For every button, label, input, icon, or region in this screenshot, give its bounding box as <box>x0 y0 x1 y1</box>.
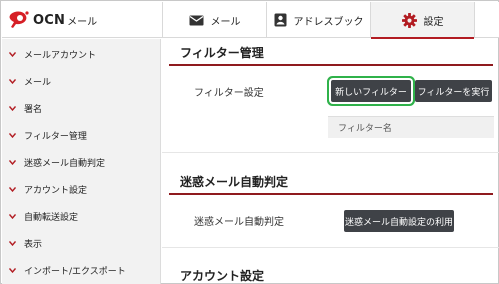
spam-settings-label: 迷惑メール自動判定 <box>194 217 284 228</box>
mail-icon <box>189 15 203 25</box>
tab-settings-label: 設定 <box>423 16 444 28</box>
sidebar-item-mail-account[interactable]: メールアカウント <box>2 41 161 68</box>
sidebar-item-label: 迷惑メール自動判定 <box>24 159 106 169</box>
filter-table-header: フィルター名 <box>328 116 494 138</box>
top-bar-spacer <box>474 2 499 38</box>
tab-mail-label: メール <box>210 16 241 28</box>
filter-settings-label: フィルター設定 <box>194 88 264 99</box>
sidebar-item-label: メールアカウント <box>24 51 97 61</box>
chevron-down-icon <box>8 79 16 84</box>
chevron-down-icon <box>8 133 16 138</box>
sidebar-item-label: 表示 <box>24 240 43 250</box>
account-section-title: アカウント設定 <box>180 269 265 283</box>
addressbook-icon <box>274 13 286 27</box>
tab-mail[interactable]: メール <box>162 2 266 38</box>
chevron-down-icon <box>8 52 16 57</box>
chevron-down-icon <box>8 241 16 246</box>
ocn-logo-icon <box>9 11 29 28</box>
sidebar-item-signature[interactable]: 署名 <box>2 95 161 122</box>
chevron-down-icon <box>8 268 16 273</box>
sidebar-item-label: 自動転送設定 <box>24 213 79 223</box>
tab-addressbook[interactable]: アドレスブック <box>266 2 370 38</box>
settings-sidebar: メールアカウント メール 署名 フィルター管理 迷惑メール自動判定 アカウント設… <box>2 39 161 284</box>
filter-section-title: フィルター管理 <box>180 46 264 60</box>
gear-icon <box>401 12 417 28</box>
sidebar-item-display[interactable]: 表示 <box>2 230 161 257</box>
sidebar-item-label: フィルター管理 <box>24 132 87 142</box>
sidebar-item-mail[interactable]: メール <box>2 68 161 95</box>
sidebar-item-label: メール <box>24 78 52 88</box>
sidebar-item-label: アカウント設定 <box>24 186 88 196</box>
spam-section-title: 迷惑メール自動判定 <box>180 175 289 189</box>
sidebar-item-forwarding[interactable]: 自動転送設定 <box>2 203 161 230</box>
chevron-down-icon <box>8 106 16 111</box>
sidebar-item-label: 署名 <box>24 105 43 115</box>
content-divider <box>162 152 499 153</box>
section-divider <box>169 193 493 195</box>
tab-addressbook-label: アドレスブック <box>293 16 364 28</box>
settings-window: OCN メール メール アドレスブック 設定 メールアカウント メール 署名 フ… <box>0 0 499 284</box>
top-bar: OCN メール メール アドレスブック 設定 <box>2 2 499 39</box>
new-filter-button[interactable]: 新しいフィルター <box>331 80 411 102</box>
chevron-down-icon <box>8 187 16 192</box>
tab-settings[interactable]: 設定 <box>370 2 474 39</box>
section-divider <box>169 64 493 66</box>
sidebar-item-filter[interactable]: フィルター管理 <box>2 122 161 149</box>
sidebar-item-label: インポート/エクスポート <box>24 267 126 277</box>
sidebar-item-spam[interactable]: 迷惑メール自動判定 <box>2 149 161 176</box>
run-filter-button[interactable]: フィルターを実行 <box>415 80 492 102</box>
logo-subtext: メール <box>67 16 98 28</box>
logo-text: OCN <box>33 12 66 28</box>
ocn-logo[interactable]: OCN メール <box>8 10 97 30</box>
sidebar-item-account-settings[interactable]: アカウント設定 <box>2 176 161 203</box>
settings-content: フィルター管理 フィルター設定 新しいフィルター フィルターを実行 フィルター名… <box>162 39 499 284</box>
chevron-down-icon <box>8 160 16 165</box>
content-divider <box>162 247 499 248</box>
chevron-down-icon <box>8 214 16 219</box>
spam-setting-button[interactable]: 迷惑メール自動設定の利用 <box>344 210 454 232</box>
sidebar-item-import-export[interactable]: インポート/エクスポート <box>2 257 161 284</box>
